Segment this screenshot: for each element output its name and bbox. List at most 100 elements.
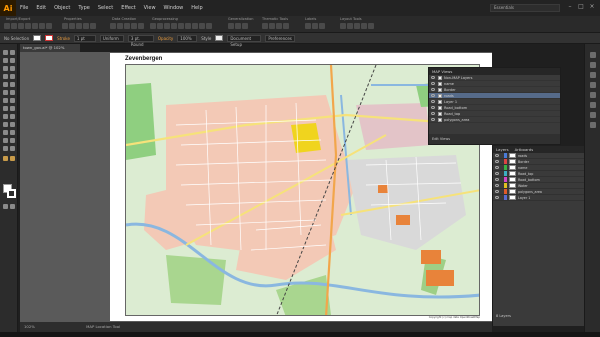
label-edit-icon[interactable]: [319, 23, 325, 29]
legend-layout-icon[interactable]: [354, 23, 360, 29]
minimize-icon[interactable]: –: [566, 3, 574, 11]
area-icon[interactable]: [124, 23, 130, 29]
preferences-button[interactable]: Preferences: [265, 34, 296, 42]
layers-panel-icon[interactable]: [590, 122, 596, 128]
checkbox-icon[interactable]: [438, 99, 442, 104]
eye-icon[interactable]: [495, 166, 499, 169]
stroke-swatch[interactable]: [45, 35, 54, 41]
eye-icon[interactable]: [431, 94, 435, 97]
appearance-panel-icon[interactable]: [590, 112, 596, 118]
index-icon[interactable]: [361, 23, 367, 29]
layer-row[interactable]: Layer 1: [493, 195, 584, 201]
menu-object[interactable]: Object: [50, 5, 74, 11]
smooth-icon[interactable]: [235, 23, 241, 29]
theme-icon[interactable]: [262, 23, 268, 29]
maximize-icon[interactable]: □: [577, 3, 585, 11]
zoom-level[interactable]: 102%: [24, 324, 35, 329]
point-icon[interactable]: [110, 23, 116, 29]
shape-builder-tool-icon[interactable]: [3, 106, 8, 111]
symbols-panel-icon[interactable]: [590, 82, 596, 88]
eye-icon[interactable]: [431, 106, 435, 109]
type-tool-icon[interactable]: [10, 66, 15, 71]
chart-icon[interactable]: [269, 23, 275, 29]
edit-views-label[interactable]: Edit Views: [432, 137, 450, 141]
paintbrush-tool-icon[interactable]: [3, 82, 8, 87]
graph-tool-icon[interactable]: [10, 130, 15, 135]
legend-icon[interactable]: [69, 23, 75, 29]
map-frame[interactable]: [125, 64, 480, 316]
fill-swatch[interactable]: [33, 35, 42, 41]
label-pro-icon[interactable]: [312, 23, 318, 29]
plus-icon[interactable]: [199, 23, 205, 29]
eye-icon[interactable]: [495, 190, 499, 193]
mesh-tool-icon[interactable]: [3, 114, 8, 119]
document-setup-button[interactable]: Document Setup: [227, 34, 262, 47]
geo-pdf-icon[interactable]: [39, 23, 45, 29]
canvas-area[interactable]: Zevenbergen Copyright (c) map data OpenS…: [20, 52, 492, 322]
hand-tool-icon[interactable]: [3, 146, 8, 151]
stroke-panel-icon[interactable]: [590, 92, 596, 98]
eye-icon[interactable]: [495, 196, 499, 199]
close-icon[interactable]: ×: [588, 3, 596, 11]
width-tool-icon[interactable]: [3, 98, 8, 103]
eye-icon[interactable]: [431, 118, 435, 121]
lasso-tool-icon[interactable]: [10, 58, 15, 63]
clip-icon[interactable]: [150, 23, 156, 29]
checkbox-icon[interactable]: [438, 75, 442, 80]
stroke-profile-select[interactable]: Uniform: [99, 34, 124, 42]
perspective-tool-icon[interactable]: [10, 106, 15, 111]
color-mode-icon[interactable]: [3, 204, 8, 209]
split-icon[interactable]: [171, 23, 177, 29]
checkbox-icon[interactable]: [438, 111, 442, 116]
checkbox-icon[interactable]: [438, 105, 442, 110]
styles-icon[interactable]: [83, 23, 89, 29]
blend-tool-icon[interactable]: [10, 122, 15, 127]
buffer-icon[interactable]: [138, 23, 144, 29]
menu-view[interactable]: View: [140, 5, 160, 11]
zoom-tool-icon[interactable]: [10, 146, 15, 151]
web-map-icon[interactable]: [32, 23, 38, 29]
pie-icon[interactable]: [276, 23, 282, 29]
eye-icon[interactable]: [431, 76, 435, 79]
transparency-panel-icon[interactable]: [590, 102, 596, 108]
eye-icon[interactable]: [431, 82, 435, 85]
export-icon[interactable]: [11, 23, 17, 29]
slice-tool-icon[interactable]: [10, 138, 15, 143]
merge-icon[interactable]: [164, 23, 170, 29]
menu-file[interactable]: File: [16, 5, 32, 11]
map-location-tool-icon[interactable]: [3, 156, 8, 161]
free-transform-tool-icon[interactable]: [10, 98, 15, 103]
map-view-row[interactable]: polygons_area: [429, 117, 560, 123]
raster-icon[interactable]: [46, 23, 52, 29]
map-view-icon[interactable]: [18, 23, 24, 29]
line-tool-icon[interactable]: [3, 74, 8, 79]
map-selection-tool-icon[interactable]: [10, 156, 15, 161]
brushes-panel-icon[interactable]: [590, 72, 596, 78]
artboard-tool-icon[interactable]: [3, 138, 8, 143]
eye-icon[interactable]: [495, 178, 499, 181]
database-icon[interactable]: [25, 23, 31, 29]
table-icon[interactable]: [90, 23, 96, 29]
workspace-switcher[interactable]: Essentials: [490, 4, 560, 12]
simplify-icon[interactable]: [228, 23, 234, 29]
pen-tool-icon[interactable]: [3, 66, 8, 71]
menu-window[interactable]: Window: [160, 5, 188, 11]
eye-icon[interactable]: [495, 184, 499, 187]
brush-select[interactable]: 3 pt. Round: [127, 34, 154, 47]
gradient-mode-icon[interactable]: [10, 204, 15, 209]
scale-icon[interactable]: [368, 23, 374, 29]
color-panel-icon[interactable]: [590, 52, 596, 58]
menu-select[interactable]: Select: [94, 5, 117, 11]
eye-icon[interactable]: [495, 154, 499, 157]
snap-icon[interactable]: [192, 23, 198, 29]
magic-wand-tool-icon[interactable]: [3, 58, 8, 63]
symbol-sprayer-tool-icon[interactable]: [3, 130, 8, 135]
rectangle-tool-icon[interactable]: [10, 74, 15, 79]
style-swatch[interactable]: [215, 35, 224, 41]
menu-edit[interactable]: Edit: [32, 5, 50, 11]
swatches-panel-icon[interactable]: [590, 62, 596, 68]
stroke-color-icon[interactable]: [7, 189, 16, 198]
eye-icon[interactable]: [495, 160, 499, 163]
density-icon[interactable]: [283, 23, 289, 29]
direct-selection-tool-icon[interactable]: [10, 50, 15, 55]
